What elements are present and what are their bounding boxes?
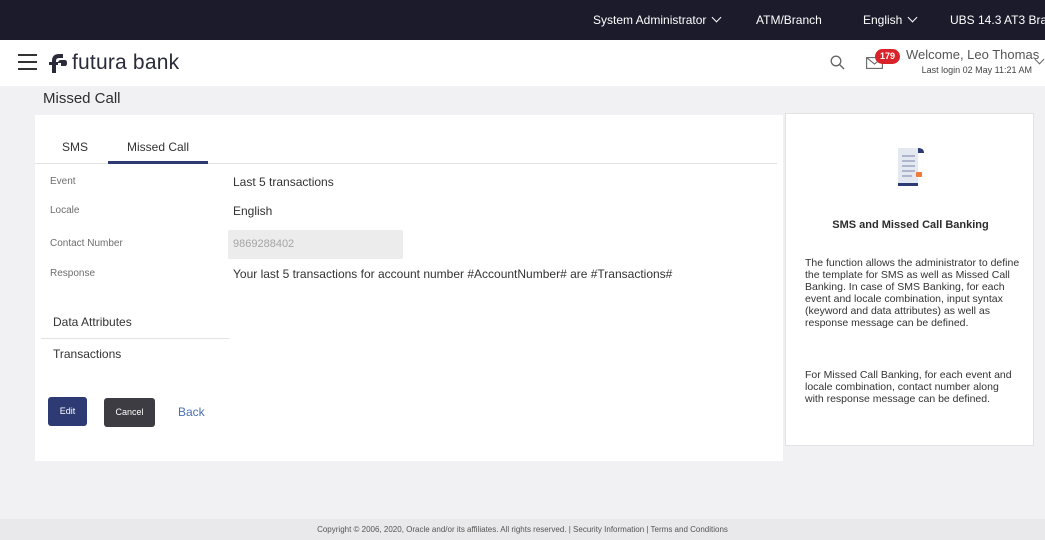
- back-link[interactable]: Back: [178, 405, 205, 419]
- event-label: Event: [50, 176, 76, 187]
- data-attributes-heading: Data Attributes: [53, 315, 132, 329]
- tab-sms[interactable]: SMS: [49, 133, 101, 164]
- locale-value: English: [233, 204, 273, 218]
- help-paragraph: The function allows the administrator to…: [805, 257, 1020, 329]
- document-icon: [898, 148, 924, 186]
- tab-bar: SMS Missed Call: [35, 133, 777, 164]
- footer: Copyright © 2006, 2020, Oracle and/or it…: [0, 519, 1045, 540]
- help-panel: SMS and Missed Call Banking The function…: [785, 113, 1034, 446]
- notification-badge[interactable]: 179: [875, 49, 900, 64]
- main-card: SMS Missed Call Event Last 5 transaction…: [35, 115, 783, 461]
- page-title: Missed Call: [43, 90, 121, 107]
- role-label: System Administrator: [593, 13, 707, 27]
- transactions-attribute: Transactions: [53, 347, 122, 361]
- chevron-down-icon: [711, 12, 722, 23]
- brand-name: futura bank: [72, 51, 180, 74]
- contact-number-field: 9869288402: [228, 230, 403, 259]
- tab-missed-call[interactable]: Missed Call: [108, 133, 208, 164]
- futura-logo-icon: [49, 54, 67, 73]
- cancel-button[interactable]: Cancel: [104, 398, 155, 427]
- brand-logo[interactable]: futura bank: [48, 50, 179, 76]
- response-label: Response: [50, 268, 96, 279]
- language-label: English: [863, 13, 903, 27]
- language-menu[interactable]: English: [863, 0, 918, 40]
- edit-button[interactable]: Edit: [48, 397, 87, 426]
- search-icon[interactable]: [830, 55, 845, 70]
- hamburger-menu-icon[interactable]: [18, 53, 37, 70]
- top-bar: System Administrator ATM/Branch English …: [0, 0, 1045, 40]
- locale-label: Locale: [50, 205, 80, 216]
- chevron-down-icon: [907, 12, 918, 23]
- branch-menu[interactable]: UBS 14.3 AT3 Branch: [950, 0, 1045, 40]
- help-title: SMS and Missed Call Banking: [832, 219, 989, 231]
- help-paragraph: For Missed Call Banking, for each event …: [805, 369, 1012, 405]
- role-menu[interactable]: System Administrator: [593, 0, 722, 40]
- branch-label: UBS 14.3 AT3 Branch: [950, 13, 1045, 27]
- section-divider: [41, 338, 229, 339]
- app-header: futura bank 179 Welcome, Leo Thomas Last…: [0, 40, 1045, 86]
- chevron-down-icon[interactable]: [1034, 54, 1045, 65]
- welcome-text[interactable]: Welcome, Leo Thomas: [906, 47, 1039, 62]
- last-login-text: Last login 02 May 11:21 AM: [921, 65, 1032, 75]
- response-value: Your last 5 transactions for account num…: [233, 267, 673, 281]
- event-value: Last 5 transactions: [233, 175, 334, 189]
- contact-number-label: Contact Number: [50, 238, 123, 249]
- atm-branch-link[interactable]: ATM/Branch: [756, 0, 822, 40]
